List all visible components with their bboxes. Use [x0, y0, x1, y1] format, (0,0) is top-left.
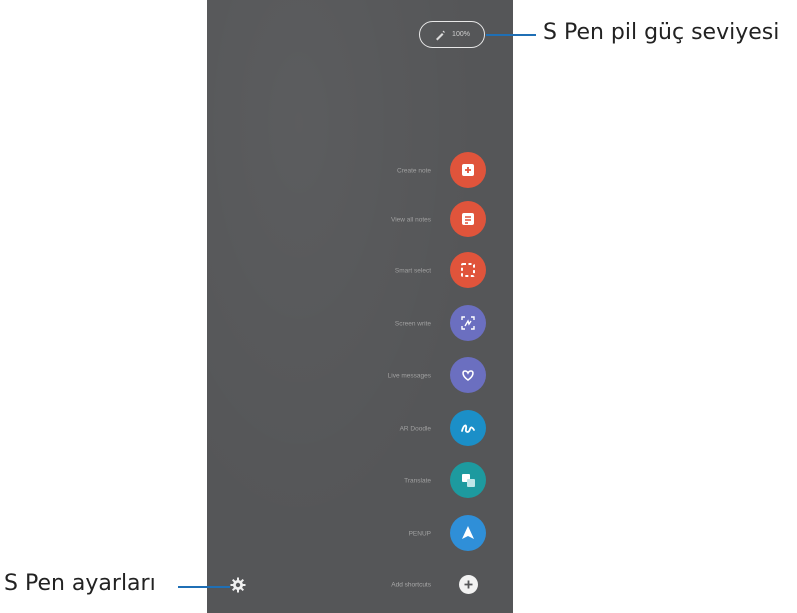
menu-item-view-all-notes[interactable]: View all notes	[207, 201, 513, 239]
s-pen-battery-indicator: 100%	[419, 21, 485, 48]
menu-item-penup[interactable]: PENUP	[207, 515, 513, 553]
callout-line-battery	[486, 34, 536, 36]
add-shortcuts-row[interactable]: Add shortcuts	[207, 570, 513, 600]
menu-item-label: Screen write	[394, 320, 431, 328]
menu-item-label: Smart select	[394, 267, 431, 275]
callout-settings-text: S Pen ayarları	[4, 571, 156, 596]
menu-item-screen-write[interactable]: Screen write	[207, 305, 513, 343]
menu-item-label: Create note	[397, 167, 431, 175]
screen-write-icon[interactable]	[450, 305, 486, 341]
ar-doodle-icon[interactable]	[450, 410, 486, 446]
menu-item-translate[interactable]: Translate	[207, 462, 513, 500]
menu-item-label: View all notes	[391, 216, 431, 224]
create-note-icon[interactable]	[450, 152, 486, 188]
smart-select-icon[interactable]	[450, 252, 486, 288]
callout-line-settings	[178, 586, 230, 588]
menu-item-create-note[interactable]: Create note	[207, 152, 513, 190]
callout-battery-text: S Pen pil güç seviyesi	[543, 20, 780, 45]
menu-item-label: Live messages	[387, 372, 431, 380]
add-shortcuts-label: Add shortcuts	[391, 581, 431, 589]
live-messages-icon[interactable]	[450, 357, 486, 393]
menu-item-label: Translate	[404, 477, 431, 485]
battery-level-text: 100%	[452, 31, 470, 38]
air-command-panel: 100% Create note View all notes Smart se…	[207, 0, 513, 613]
menu-item-ar-doodle[interactable]: AR Doodle	[207, 410, 513, 448]
menu-item-live-messages[interactable]: Live messages	[207, 357, 513, 395]
menu-item-label: PENUP	[408, 530, 431, 538]
s-pen-icon	[436, 30, 445, 40]
penup-icon[interactable]	[450, 515, 486, 551]
view-all-notes-icon[interactable]	[450, 201, 486, 237]
menu-item-label: AR Doodle	[399, 425, 431, 433]
plus-icon[interactable]	[459, 575, 478, 594]
menu-item-smart-select[interactable]: Smart select	[207, 252, 513, 290]
translate-icon[interactable]	[450, 462, 486, 498]
